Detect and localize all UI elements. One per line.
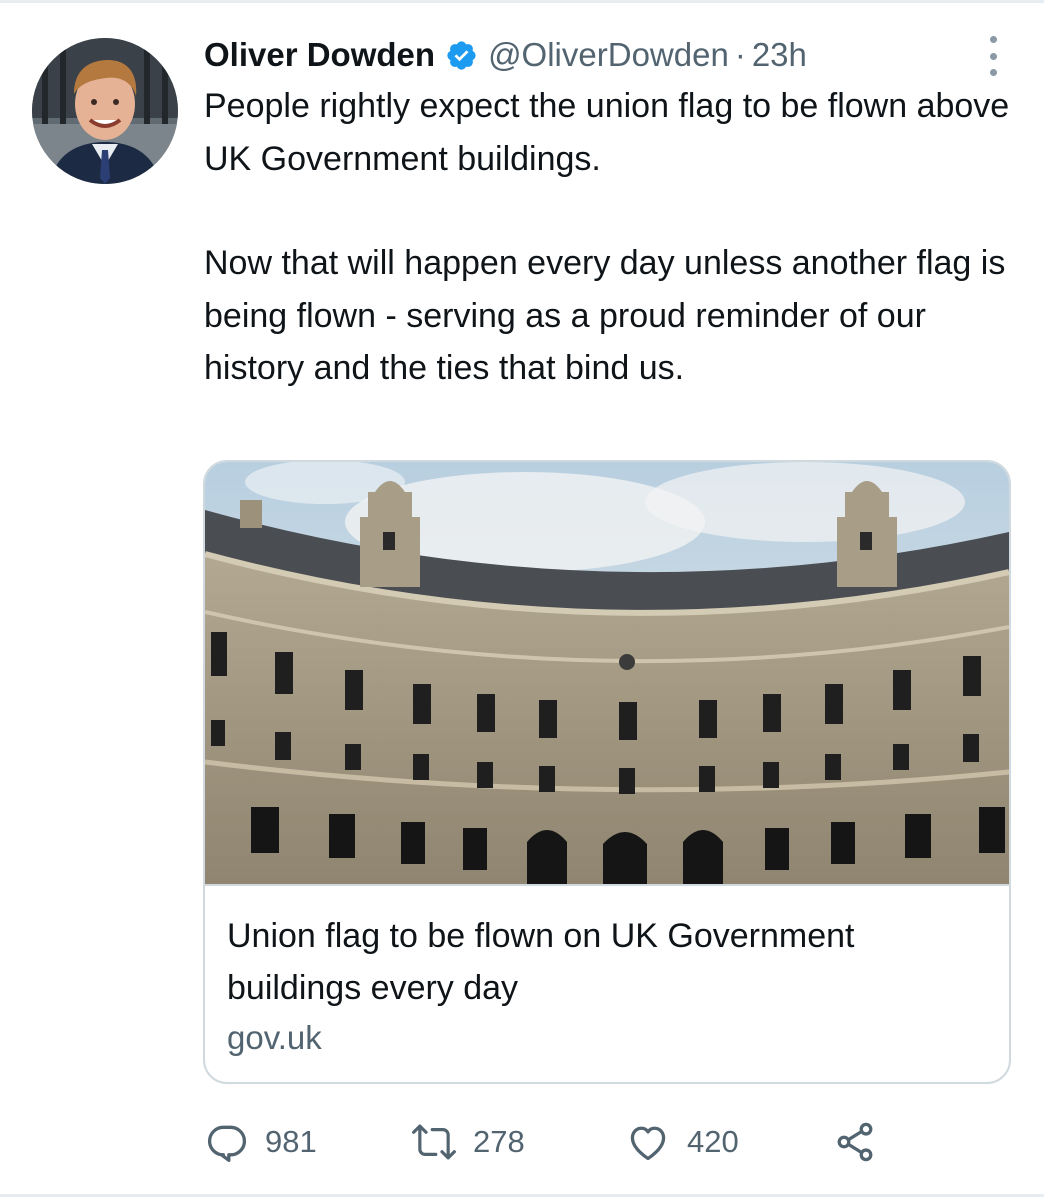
reply-icon (205, 1120, 249, 1164)
user-handle[interactable]: @OliverDowden (488, 36, 729, 74)
share-icon (833, 1120, 877, 1164)
avatar-photo (32, 38, 178, 184)
card-title[interactable]: Union flag to be flown on UK Government … (227, 910, 987, 1014)
timestamp[interactable]: 23h (752, 36, 807, 74)
display-name[interactable]: Oliver Dowden (204, 36, 435, 74)
reply-count: 981 (265, 1124, 317, 1159)
like-count: 420 (687, 1124, 739, 1159)
link-card[interactable]: Union flag to be flown on UK Government … (203, 460, 1011, 1084)
card-divider (205, 884, 1009, 886)
retweet-count: 278 (473, 1124, 525, 1159)
tweet-header: Oliver Dowden @OliverDowden · 23h (204, 30, 964, 80)
card-image (205, 462, 1009, 884)
retweet-icon (411, 1120, 457, 1164)
share-button[interactable] (833, 1112, 877, 1172)
avatar[interactable] (32, 38, 178, 184)
card-domain: gov.uk (227, 1019, 322, 1056)
tweet-text: People rightly expect the union flag to … (204, 80, 1024, 395)
retweet-button[interactable]: 278 (411, 1112, 525, 1172)
separator-dot: · (734, 36, 746, 73)
more-vertical-icon[interactable] (978, 36, 1008, 76)
verified-badge-icon (445, 39, 478, 72)
heart-icon (625, 1120, 671, 1164)
tweet-paragraph: Now that will happen every day unless an… (204, 244, 1006, 387)
top-divider (0, 0, 1044, 3)
tweet-paragraph: People rightly expect the union flag to … (204, 87, 1010, 178)
tweet-actions: 981 278 420 (205, 1112, 905, 1172)
reply-button[interactable]: 981 (205, 1112, 317, 1172)
like-button[interactable]: 420 (625, 1112, 739, 1172)
bottom-divider (0, 1194, 1044, 1197)
